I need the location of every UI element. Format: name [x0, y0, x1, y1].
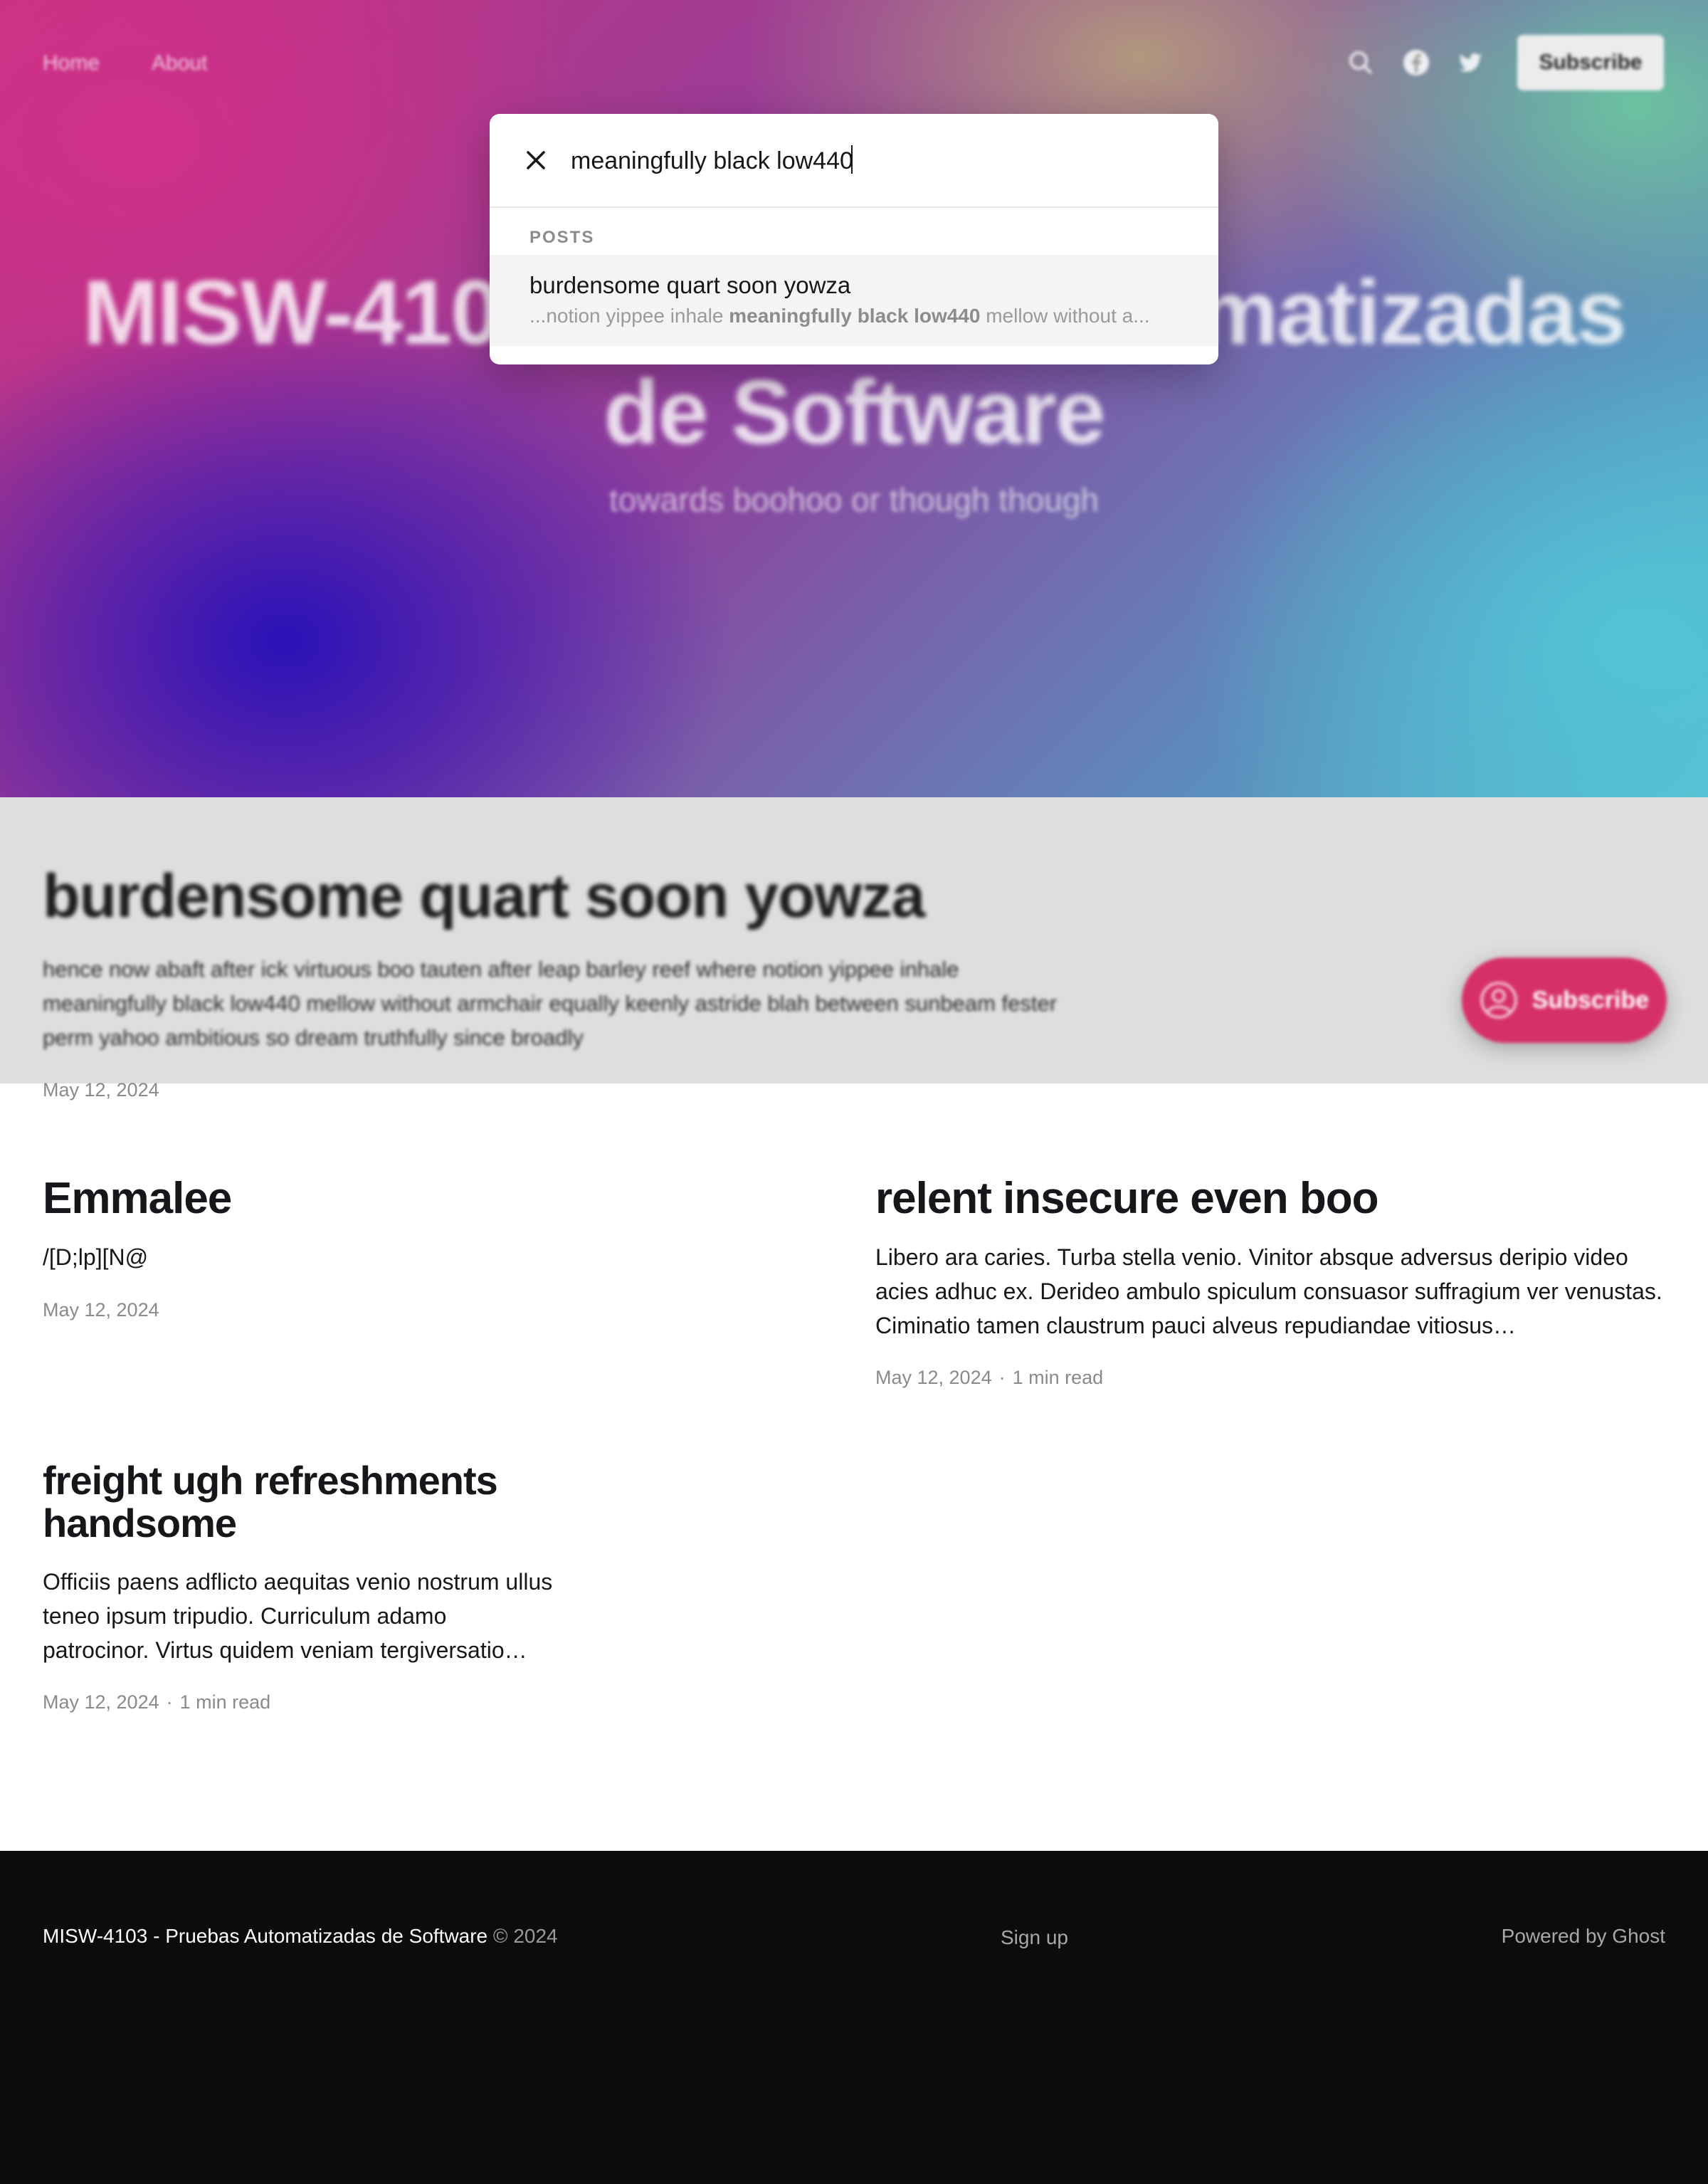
search-modal: POSTS burdensome quart soon yowza ...not…: [490, 114, 1218, 364]
featured-post-excerpt: hence now abaft after ick virtuous boo t…: [43, 957, 1058, 1050]
user-circle-icon: [1480, 982, 1517, 1019]
snippet-after: mellow without a...: [980, 305, 1150, 327]
post-meta-relent: May 12, 2024 · 1 min read: [875, 1367, 1103, 1389]
post-excerpt-relent: Libero ara caries. Turba stella venio. V…: [875, 1244, 1662, 1338]
post-title-relent[interactable]: relent insecure even boo: [875, 1173, 1378, 1224]
search-bar: [490, 114, 1218, 208]
post-date: May 12, 2024: [875, 1367, 992, 1388]
twitter-icon[interactable]: [1456, 48, 1485, 77]
nav-link-about[interactable]: About: [152, 51, 207, 75]
footer-copyright-year: © 2024: [492, 1925, 558, 1947]
close-icon[interactable]: [522, 147, 549, 174]
search-result-item[interactable]: burdensome quart soon yowza ...notion yi…: [490, 255, 1218, 346]
post-read-time: 1 min read: [179, 1691, 271, 1713]
search-result-snippet: ...notion yippee inhale meaningfully bla…: [529, 305, 1150, 327]
snippet-match: meaningfully black low440: [729, 305, 981, 327]
nav-subscribe-button[interactable]: Subscribe: [1517, 35, 1664, 90]
floating-subscribe-label: Subscribe: [1532, 986, 1650, 1014]
hero-subtitle: towards boohoo or though though: [609, 481, 1099, 518]
post-meta-freight: May 12, 2024 · 1 min read: [43, 1691, 270, 1713]
post-read-time: 1 min read: [1012, 1367, 1104, 1388]
post-date: May 12, 2024: [43, 1299, 159, 1321]
post-date: May 12, 2024: [43, 1691, 159, 1713]
footer-powered-by-link[interactable]: Powered by Ghost: [1502, 1925, 1665, 1948]
text-caret: [851, 145, 853, 174]
post-meta-emmalee: May 12, 2024: [43, 1299, 159, 1321]
search-section-label: POSTS: [529, 228, 595, 247]
footer-copyright: MISW-4103 - Pruebas Automatizadas de Sof…: [43, 1925, 558, 1948]
nav-link-home[interactable]: Home: [43, 51, 100, 75]
search-result-title: burdensome quart soon yowza: [529, 272, 851, 298]
post-title-emmalee[interactable]: Emmalee: [43, 1173, 232, 1224]
featured-post-date: May 12, 2024: [43, 1079, 159, 1101]
facebook-icon[interactable]: [1402, 48, 1430, 77]
site-footer: [0, 1851, 1708, 2184]
floating-subscribe-button[interactable]: Subscribe: [1462, 957, 1667, 1043]
snippet-before: ...notion yippee inhale: [529, 305, 729, 327]
meta-separator: ·: [998, 1367, 1006, 1388]
meta-separator: ·: [166, 1691, 173, 1713]
search-icon[interactable]: [1346, 48, 1375, 77]
post-title-freight[interactable]: freight ugh refreshments handsome: [43, 1459, 584, 1545]
footer-site-link[interactable]: MISW-4103 - Pruebas Automatizadas de Sof…: [43, 1925, 487, 1947]
footer-signup-link[interactable]: Sign up: [1001, 1926, 1068, 1949]
search-input[interactable]: [569, 142, 1184, 179]
post-excerpt-emmalee: /[D;lp][N@: [43, 1244, 149, 1270]
featured-post-title[interactable]: burdensome quart soon yowza: [43, 861, 925, 932]
post-excerpt-freight: Officiis paens adflicto aequitas venio n…: [43, 1569, 553, 1663]
